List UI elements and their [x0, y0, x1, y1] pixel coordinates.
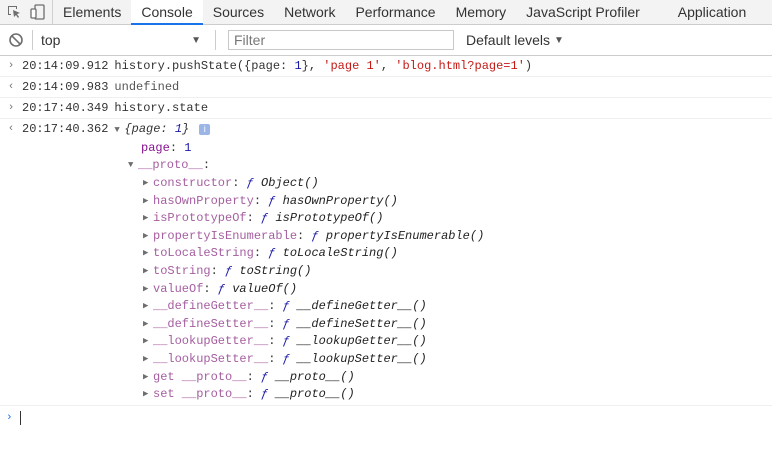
object-property-page: page: 1 — [141, 140, 192, 155]
proto-member[interactable]: ▶ get __proto__: ƒ __proto__() — [0, 368, 772, 386]
input-chevron-icon: › — [7, 102, 15, 114]
console-messages: › 20:14:09.912 history.pushState({page: … — [0, 56, 772, 430]
proto-member[interactable]: ▶ propertyIsEnumerable: ƒ propertyIsEnume… — [0, 227, 772, 245]
command-text[interactable]: history.pushState({page: 1}, 'page 1', '… — [114, 59, 532, 73]
output-chevron-icon: ‹ — [7, 81, 15, 93]
devtools-tabbar: Elements Console Sources Network Perform… — [0, 0, 772, 25]
tab-javascript-profiler[interactable]: JavaScript Profiler — [516, 0, 650, 24]
proto-member[interactable]: ▶ __defineSetter__: ƒ __defineSetter__() — [0, 315, 772, 333]
console-output-row: ‹ 20:14:09.983 undefined — [0, 77, 772, 98]
collapsed-triangle-icon[interactable]: ▶ — [143, 213, 153, 223]
tab-console[interactable]: Console — [131, 0, 203, 25]
inspect-element-icon[interactable] — [6, 4, 22, 20]
chevron-down-icon: ▼ — [554, 34, 564, 46]
proto-node[interactable]: ▼ __proto__: — [0, 157, 772, 175]
console-input-row: › 20:17:40.349 history.state — [0, 98, 772, 119]
console-prompt[interactable]: › — [0, 406, 772, 430]
proto-member[interactable]: ▶ toLocaleString: ƒ toLocaleString() — [0, 245, 772, 263]
tab-elements[interactable]: Elements — [53, 0, 131, 24]
collapsed-triangle-icon[interactable]: ▶ — [143, 196, 153, 206]
context-value: top — [41, 32, 61, 48]
collapsed-triangle-icon[interactable]: ▶ — [143, 248, 153, 258]
collapsed-triangle-icon[interactable]: ▶ — [143, 319, 153, 329]
proto-member[interactable]: ▶ valueOf: ƒ valueOf() — [0, 280, 772, 298]
proto-member[interactable]: ▶ constructor: ƒ Object() — [0, 174, 772, 192]
log-levels-label: Default levels — [466, 32, 551, 48]
timestamp: 20:14:09.912 — [22, 59, 109, 73]
expanded-triangle-icon[interactable]: ▼ — [114, 125, 124, 135]
collapsed-triangle-icon[interactable]: ▶ — [143, 266, 153, 276]
command-text[interactable]: history.state — [114, 101, 208, 115]
log-levels-dropdown[interactable]: Default levels ▼ — [466, 32, 564, 48]
proto-member[interactable]: ▶ toString: ƒ toString() — [0, 262, 772, 280]
toolbar-divider — [32, 30, 33, 50]
timestamp: 20:17:40.349 — [22, 101, 109, 115]
collapsed-triangle-icon[interactable]: ▶ — [143, 354, 153, 364]
collapsed-triangle-icon[interactable]: ▶ — [143, 231, 153, 241]
object-output-block: ‹ 20:17:40.362 ▼ {page: 1} i page: 1 ▼ __p… — [0, 119, 772, 406]
context-selector[interactable]: top ▼ — [41, 32, 207, 48]
proto-member[interactable]: ▶ set __proto__: ƒ __proto__() — [0, 385, 772, 403]
proto-member[interactable]: ▶ __defineGetter__: ƒ __defineGetter__() — [0, 297, 772, 315]
tab-memory[interactable]: Memory — [446, 0, 517, 24]
device-toolbar-icon[interactable] — [30, 4, 46, 20]
output-chevron-icon: ‹ — [7, 123, 15, 135]
text-cursor — [20, 410, 21, 425]
collapsed-triangle-icon[interactable]: ▶ — [143, 372, 153, 382]
proto-members-list: ▶ constructor: ƒ Object() ▶ hasOwnProperty:… — [0, 174, 772, 403]
proto-member[interactable]: ▶ __lookupSetter__: ƒ __lookupSetter__() — [0, 350, 772, 368]
console-toolbar: top ▼ Default levels ▼ — [0, 25, 772, 56]
timestamp: 20:17:40.362 — [22, 122, 109, 136]
console-input-row: › 20:14:09.912 history.pushState({page: … — [0, 56, 772, 77]
console-output-row: ‹ 20:17:40.362 ▼ {page: 1} i — [0, 119, 772, 139]
chevron-down-icon: ▼ — [191, 34, 201, 46]
clear-console-icon[interactable] — [8, 32, 24, 48]
tab-network[interactable]: Network — [274, 0, 345, 24]
timestamp: 20:14:09.983 — [22, 80, 109, 94]
filter-input[interactable] — [228, 30, 454, 50]
proto-member[interactable]: ▶ __lookupGetter__: ƒ __lookupGetter__() — [0, 333, 772, 351]
proto-member[interactable]: ▶ hasOwnProperty: ƒ hasOwnProperty() — [0, 192, 772, 210]
toolbar-icons — [0, 0, 53, 24]
collapsed-triangle-icon[interactable]: ▶ — [143, 389, 153, 399]
info-icon[interactable]: i — [199, 123, 211, 135]
collapsed-triangle-icon[interactable]: ▶ — [143, 178, 153, 188]
tab-application[interactable]: Application — [650, 0, 757, 24]
prompt-chevron-icon: › — [6, 411, 13, 424]
object-preview[interactable]: ▼ {page: 1} — [114, 122, 189, 136]
expanded-triangle-icon[interactable]: ▼ — [128, 160, 138, 170]
proto-member[interactable]: ▶ isPrototypeOf: ƒ isPrototypeOf() — [0, 209, 772, 227]
result-text: undefined — [114, 80, 180, 94]
toolbar-divider — [215, 30, 216, 50]
collapsed-triangle-icon[interactable]: ▶ — [143, 336, 153, 346]
tab-sources[interactable]: Sources — [203, 0, 274, 24]
collapsed-triangle-icon[interactable]: ▶ — [143, 284, 153, 294]
tab-performance[interactable]: Performance — [345, 0, 445, 24]
input-chevron-icon: › — [7, 60, 15, 72]
collapsed-triangle-icon[interactable]: ▶ — [143, 301, 153, 311]
